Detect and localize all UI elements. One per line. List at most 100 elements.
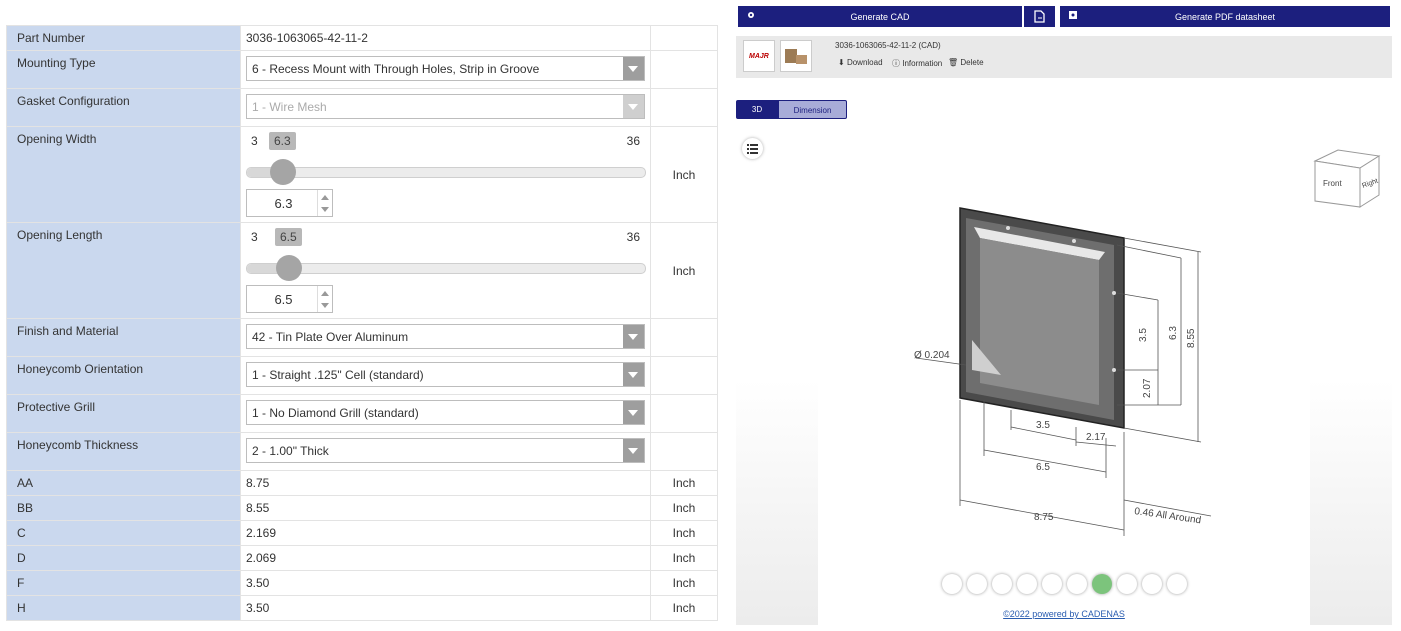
table-row: C 2.169 Inch (6, 520, 718, 546)
solid-icon[interactable] (1067, 574, 1087, 594)
row-gasket: Gasket Configuration 1 - Wire Mesh (6, 88, 718, 127)
cad-thumbnail[interactable] (780, 40, 812, 72)
section-icon[interactable] (967, 574, 987, 594)
cadenas-credit-link[interactable]: ©2022 powered by CADENAS (736, 609, 1392, 619)
chevron-down-icon[interactable] (623, 401, 644, 424)
dim-label-all-around: 0.46 All Around (1134, 506, 1202, 526)
unit-label: Inch (650, 520, 718, 546)
grill-label: Protective Grill (17, 400, 96, 414)
view-mode-icon[interactable] (942, 574, 962, 594)
mounting-type-select[interactable]: 6 - Recess Mount with Through Holes, Str… (246, 56, 645, 81)
unit-label: Inch (650, 595, 718, 621)
cad-item: MAJR 3036-1063065-42-11-2 (CAD) ⬇ Downlo… (736, 36, 1392, 78)
row-honeycomb-orientation: Honeycomb Orientation 1 - Straight .125"… (6, 356, 718, 395)
spin-up-icon[interactable] (321, 291, 329, 296)
table-row: BB 8.55 Inch (6, 495, 718, 521)
spin-down-icon[interactable] (321, 303, 329, 308)
unit-label: Inch (650, 495, 718, 521)
measure-icon[interactable] (1142, 574, 1162, 594)
table-row: F 3.50 Inch (6, 570, 718, 596)
slider-handle[interactable] (276, 255, 302, 281)
dim-label-6-3: 6.3 (1168, 326, 1179, 340)
spin-down-icon[interactable] (321, 207, 329, 212)
explode-icon[interactable] (1017, 574, 1037, 594)
row-finish: Finish and Material 42 - Tin Plate Over … (6, 318, 718, 357)
display-icon[interactable] (1117, 574, 1137, 594)
slider-min: 3 (251, 134, 258, 148)
honeycomb-orientation-select[interactable]: 1 - Straight .125" Cell (standard) (246, 362, 645, 387)
wireframe-icon[interactable] (1042, 574, 1062, 594)
row-grill: Protective Grill 1 - No Diamond Grill (s… (6, 394, 718, 433)
dim-label-3-5-v: 3.5 (1138, 328, 1149, 342)
list-menu-button[interactable] (742, 138, 763, 159)
chevron-down-icon[interactable] (623, 325, 644, 348)
slider-max: 36 (626, 230, 640, 244)
dim-value: 3.50 (246, 601, 270, 615)
dim-label-8-75: 8.75 (1034, 512, 1054, 523)
opening-width-input[interactable]: 6.3 (246, 189, 333, 217)
cad-viewer[interactable]: 3D Dimension Front Right 3.5 6.3 8.55 2.… (736, 90, 1392, 625)
dim-label-6-5: 6.5 (1036, 462, 1050, 473)
download-link[interactable]: ⬇ Download (838, 58, 883, 67)
part-number-value: 3036-1063065-42-11-2 (246, 31, 368, 45)
slider-track[interactable] (246, 159, 646, 185)
dim-label: C (17, 526, 26, 540)
unit-label: Inch (650, 570, 718, 596)
information-link[interactable]: ⓘ Information (892, 58, 942, 69)
mounting-type-label: Mounting Type (17, 56, 96, 70)
dim-label-2-07: 2.07 (1142, 378, 1153, 398)
slider-tooltip: 6.5 (275, 228, 302, 246)
row-opening-width: Opening Width 3 6.3 36 6.3 Inch (6, 126, 718, 223)
download-icon: ⬇ (838, 58, 845, 67)
grill-select[interactable]: 1 - No Diamond Grill (standard) (246, 400, 645, 425)
dim-value: 3.50 (246, 576, 270, 590)
honeycomb-thickness-label: Honeycomb Thickness (17, 438, 139, 452)
chevron-down-icon[interactable] (623, 439, 644, 462)
document-icon (1034, 10, 1045, 23)
generate-cad-button[interactable]: Generate CAD (738, 6, 1022, 27)
unit-label: Inch (650, 545, 718, 571)
spin-up-icon[interactable] (321, 195, 329, 200)
row-mounting-type: Mounting Type 6 - Recess Mount with Thro… (6, 50, 718, 89)
dim-label: F (17, 576, 25, 590)
shaded-icon[interactable] (992, 574, 1012, 594)
unit-label: Inch (650, 126, 718, 223)
tab-dimension[interactable]: Dimension (778, 100, 847, 119)
slider-max: 36 (626, 134, 640, 148)
slider-handle[interactable] (270, 159, 296, 185)
cad-item-name: 3036-1063065-42-11-2 (CAD) (835, 41, 941, 50)
gasket-select: 1 - Wire Mesh (246, 94, 645, 119)
delete-link[interactable]: 🗑 Delete (948, 58, 984, 67)
dim-value: 2.069 (246, 551, 277, 565)
honeycomb-thickness-select[interactable]: 2 - 1.00" Thick (246, 438, 645, 463)
gasket-label: Gasket Configuration (17, 94, 130, 108)
part-thumbnail-icon (785, 49, 807, 64)
chevron-down-icon[interactable] (623, 363, 644, 386)
table-row: H 3.50 Inch (6, 595, 718, 621)
color-icon[interactable] (1092, 574, 1112, 594)
row-part-number: Part Number 3036-1063065-42-11-2 (6, 25, 718, 51)
config-table: Part Number 3036-1063065-42-11-2 Mountin… (6, 25, 718, 621)
part-3d-model: 3.5 6.3 8.55 2.07 3.5 2.17 6.5 8.75 Ø 0.… (914, 207, 1212, 536)
opening-length-label: Opening Length (17, 228, 103, 242)
table-row: AA 8.75 Inch (6, 470, 718, 496)
finish-select[interactable]: 42 - Tin Plate Over Aluminum (246, 324, 645, 349)
chevron-down-icon[interactable] (623, 57, 644, 80)
slider-track[interactable] (246, 255, 646, 281)
dim-label: BB (17, 501, 34, 515)
slider-min: 3 (251, 230, 258, 244)
dim-label-8-55: 8.55 (1186, 328, 1197, 348)
tab-3d[interactable]: 3D (736, 100, 778, 119)
finish-label: Finish and Material (17, 324, 119, 338)
axes-icon[interactable] (1167, 574, 1187, 594)
document-button[interactable] (1024, 6, 1055, 27)
dim-label: D (17, 551, 26, 565)
opening-length-input[interactable]: 6.5 (246, 285, 333, 313)
opening-width-slider: 3 6.3 36 6.3 (241, 127, 650, 221)
cube-front-label: Front (1323, 179, 1342, 188)
generate-pdf-button[interactable]: Generate PDF datasheet (1060, 6, 1390, 27)
view-cube[interactable]: Front Right (1312, 146, 1382, 212)
honeycomb-orientation-label: Honeycomb Orientation (17, 362, 144, 376)
list-icon (747, 144, 758, 154)
dim-label: AA (17, 476, 34, 490)
